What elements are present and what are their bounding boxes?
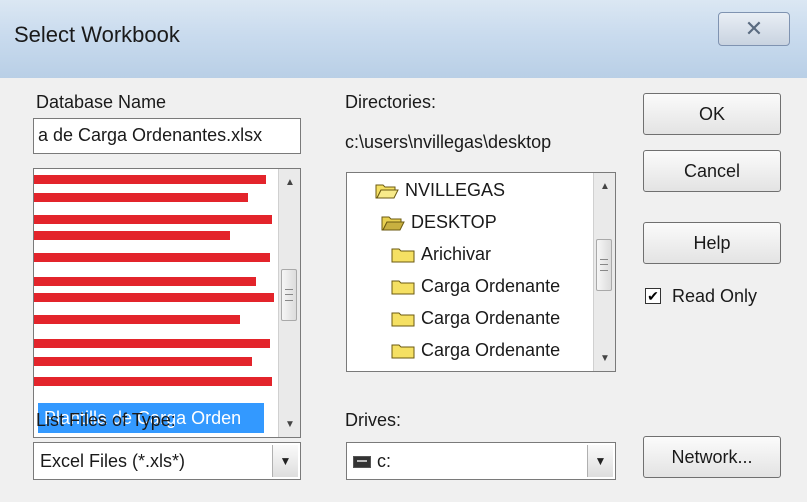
help-button[interactable]: Help: [643, 222, 781, 264]
directory-list[interactable]: NVILLEGAS DESKTOP Arichivar Carga Ordena…: [346, 172, 616, 372]
redaction-mark: [34, 377, 272, 386]
arrow-down-icon[interactable]: ▼: [279, 413, 300, 435]
current-path: c:\users\nvillegas\desktop: [345, 132, 552, 152]
redaction-mark: [34, 277, 256, 286]
chevron-down-icon[interactable]: ▼: [272, 445, 298, 477]
file-type-value: Excel Files (*.xls*): [40, 451, 186, 471]
directory-item-label: NVILLEGAS: [405, 179, 506, 200]
select-workbook-dialog: Select Workbook ✕ Database Name a de Car…: [0, 0, 807, 502]
folder-icon: [391, 246, 415, 263]
directory-item-carga-2[interactable]: Carga Ordenante: [391, 303, 560, 333]
file-type-label: List Files of Type:: [36, 410, 176, 430]
directory-item-nvillegas[interactable]: NVILLEGAS: [375, 175, 505, 205]
drive-value: c:: [377, 451, 392, 471]
read-only-label: Read Only: [672, 286, 758, 306]
database-name-input[interactable]: a de Carga Ordenantes.xlsx: [33, 118, 301, 154]
arrow-down-icon[interactable]: ▼: [594, 347, 615, 369]
directory-item-label: Carga Ordenante: [421, 339, 561, 360]
network-button[interactable]: Network...: [643, 436, 781, 478]
directory-item-label: Carga Ordenante: [421, 275, 561, 296]
directory-item-label: Arichivar: [421, 243, 492, 264]
directory-list-scrollbar[interactable]: ▲ ▼: [593, 173, 615, 371]
directory-item-carga-1[interactable]: Carga Ordenante: [391, 271, 560, 301]
redaction-mark: [34, 175, 266, 184]
dialog-title: Select Workbook: [14, 22, 180, 47]
open-folder-icon: [381, 214, 405, 231]
directory-item-label: Carga Ordenante: [421, 307, 561, 328]
redaction-mark: [34, 215, 272, 224]
file-type-select[interactable]: Excel Files (*.xls*) ▼: [33, 442, 301, 480]
folder-icon: [391, 278, 415, 295]
open-folder-icon: [375, 182, 399, 199]
file-list-scrollbar[interactable]: ▲ ▼: [278, 169, 300, 437]
cancel-button[interactable]: Cancel: [643, 150, 781, 192]
drives-select[interactable]: c: ▼: [346, 442, 616, 480]
scroll-thumb[interactable]: [596, 239, 612, 291]
ok-button[interactable]: OK: [643, 93, 781, 135]
directory-item-carga-3[interactable]: Carga Ordenante: [391, 335, 560, 365]
scroll-thumb[interactable]: [281, 269, 297, 321]
read-only-checkbox[interactable]: ✔: [645, 288, 661, 304]
arrow-up-icon[interactable]: ▲: [594, 175, 615, 197]
redaction-mark: [34, 231, 230, 240]
file-list[interactable]: Plantilla de Carga Orden ▲ ▼: [33, 168, 301, 438]
redaction-mark: [34, 339, 270, 348]
directory-item-arichivar[interactable]: Arichivar: [391, 239, 491, 269]
folder-icon: [391, 342, 415, 359]
directories-label: Directories:: [345, 92, 437, 112]
close-icon: ✕: [744, 16, 764, 41]
directory-item-desktop[interactable]: DESKTOP: [381, 207, 497, 237]
redaction-mark: [34, 357, 252, 366]
database-name-value: a de Carga Ordenantes.xlsx: [38, 125, 263, 145]
redaction-mark: [34, 193, 248, 202]
drive-icon: [353, 456, 371, 469]
chevron-down-icon[interactable]: ▼: [587, 445, 613, 477]
redaction-mark: [34, 315, 240, 324]
database-name-label: Database Name: [36, 92, 167, 112]
close-button[interactable]: ✕: [718, 12, 790, 46]
redaction-mark: [34, 293, 274, 302]
arrow-up-icon[interactable]: ▲: [279, 171, 300, 193]
check-icon: ✔: [647, 288, 659, 304]
drives-label: Drives:: [345, 410, 402, 430]
folder-icon: [391, 310, 415, 327]
redaction-mark: [34, 253, 270, 262]
title-bar: Select Workbook ✕: [0, 0, 807, 78]
directory-item-label: DESKTOP: [411, 211, 497, 232]
